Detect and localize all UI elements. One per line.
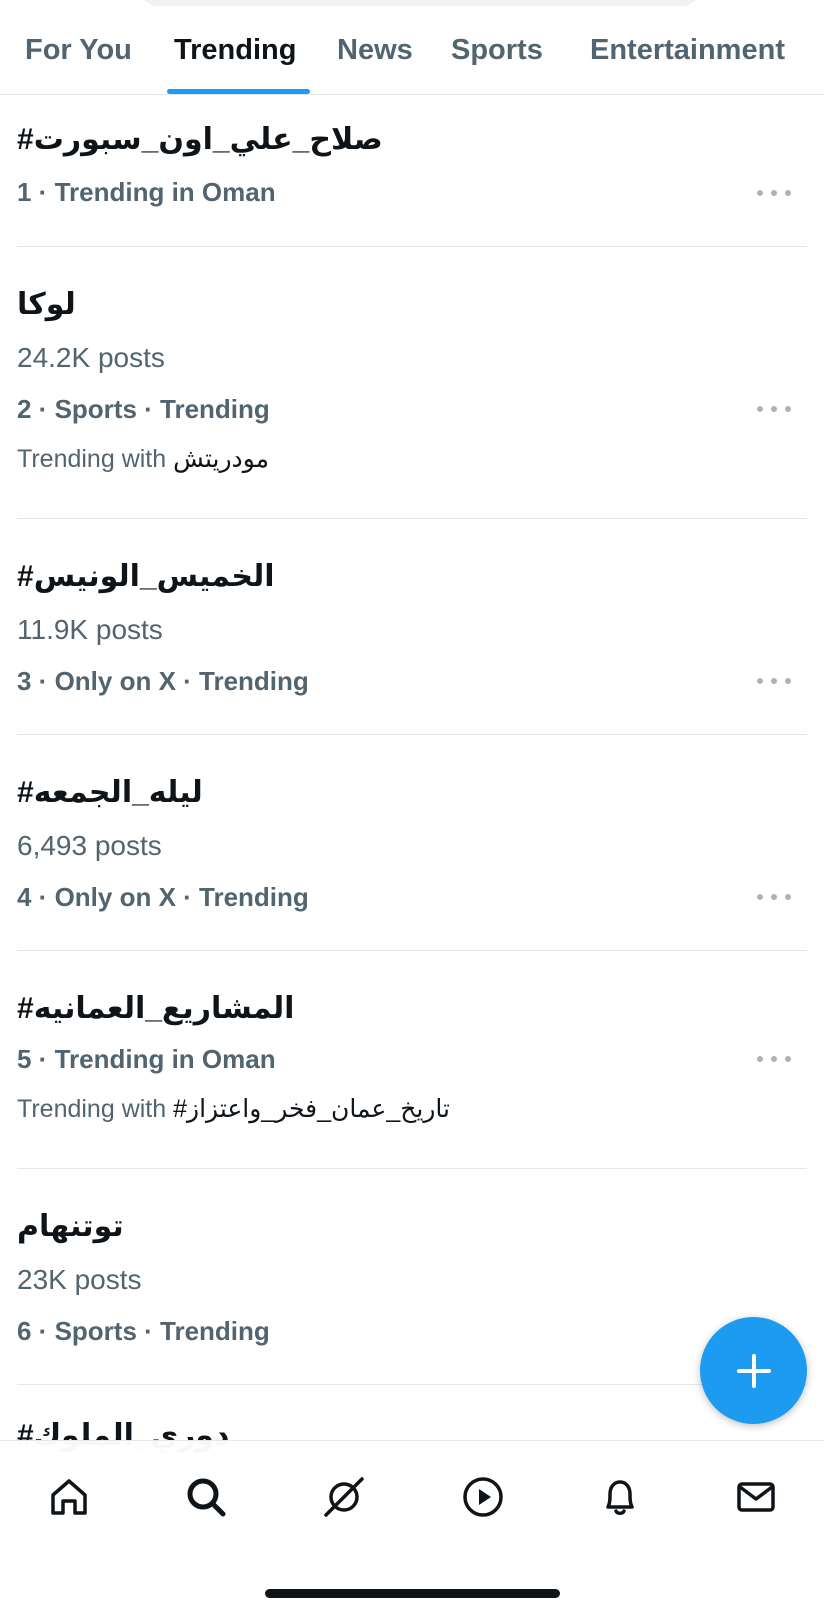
more-options-icon[interactable] xyxy=(757,399,791,419)
trend-post-count: 11.9K posts xyxy=(17,614,163,645)
more-options-icon[interactable] xyxy=(757,183,791,203)
trend-name: #صلاح_علي_اون_سبورت xyxy=(17,123,383,156)
trend-name: توتنهام xyxy=(17,1210,124,1243)
trend-name: #الخميس_الونيس xyxy=(17,560,275,593)
trend-item[interactable]: #الخميس_الونيس 11.9K posts 3 · Only on X… xyxy=(17,519,807,735)
mail-icon xyxy=(737,1482,775,1512)
tab-bar: For You Trending News Sports Entertainme… xyxy=(0,0,824,95)
search-icon xyxy=(187,1478,226,1517)
related-topic-link[interactable]: مودريتش xyxy=(173,445,269,473)
trend-item[interactable]: لوكا 24.2K posts 2 · Sports · Trending T… xyxy=(17,247,807,519)
more-options-icon[interactable] xyxy=(757,1049,791,1069)
tab-for-you[interactable]: For You xyxy=(25,34,132,67)
trending-with: Trending with مودريتش xyxy=(17,445,269,473)
trend-meta: 2 · Sports · Trending xyxy=(17,394,270,424)
trend-item[interactable]: توتنهام 23K posts 6 · Sports · Trending xyxy=(17,1169,807,1385)
trend-meta: 1 · Trending in Oman xyxy=(17,177,276,207)
tab-entertainment[interactable]: Entertainment xyxy=(590,34,785,67)
nav-grok[interactable] xyxy=(316,1469,372,1525)
nav-video[interactable] xyxy=(455,1469,511,1525)
trend-name: #المشاريع_العمانيه xyxy=(17,992,295,1025)
tab-sports[interactable]: Sports xyxy=(451,34,543,67)
trend-post-count: 23K posts xyxy=(17,1264,142,1295)
more-options-icon[interactable] xyxy=(757,671,791,691)
trend-item[interactable]: #ليله_الجمعه 6,493 posts 4 · Only on X ·… xyxy=(17,735,807,951)
bell-icon xyxy=(606,1480,634,1515)
compose-button[interactable] xyxy=(700,1317,807,1424)
trend-meta: 5 · Trending in Oman xyxy=(17,1044,276,1074)
trend-item[interactable]: #المشاريع_العمانيه 5 · Trending in Oman … xyxy=(17,951,807,1169)
trend-name: #ليله_الجمعه xyxy=(17,776,203,809)
active-tab-indicator xyxy=(167,89,310,94)
home-icon xyxy=(51,1479,87,1515)
grok-icon xyxy=(324,1477,364,1517)
trending-with: Trending with #تاريخ_عمان_فخر_واعتزاز xyxy=(17,1095,450,1123)
tab-news[interactable]: News xyxy=(337,34,413,67)
trend-post-count: 24.2K posts xyxy=(17,342,165,373)
nav-home[interactable] xyxy=(41,1469,97,1525)
trend-meta: 3 · Only on X · Trending xyxy=(17,666,309,696)
trend-item[interactable]: #صلاح_علي_اون_سبورت 1 · Trending in Oman xyxy=(17,97,807,247)
related-topic-link[interactable]: #تاريخ_عمان_فخر_واعتزاز xyxy=(173,1095,450,1123)
trend-name: لوكا xyxy=(17,288,76,321)
nav-search[interactable] xyxy=(178,1469,234,1525)
trend-meta: 6 · Sports · Trending xyxy=(17,1316,270,1346)
trend-meta: 4 · Only on X · Trending xyxy=(17,882,309,912)
plus-icon xyxy=(736,1353,771,1388)
tab-trending[interactable]: Trending xyxy=(174,34,296,67)
nav-notifications[interactable] xyxy=(592,1469,648,1525)
more-options-icon[interactable] xyxy=(757,887,791,907)
play-icon xyxy=(463,1477,503,1517)
home-indicator xyxy=(265,1589,560,1598)
nav-messages[interactable] xyxy=(728,1469,784,1525)
trend-post-count: 6,493 posts xyxy=(17,830,162,861)
bottom-nav xyxy=(0,1440,824,1601)
